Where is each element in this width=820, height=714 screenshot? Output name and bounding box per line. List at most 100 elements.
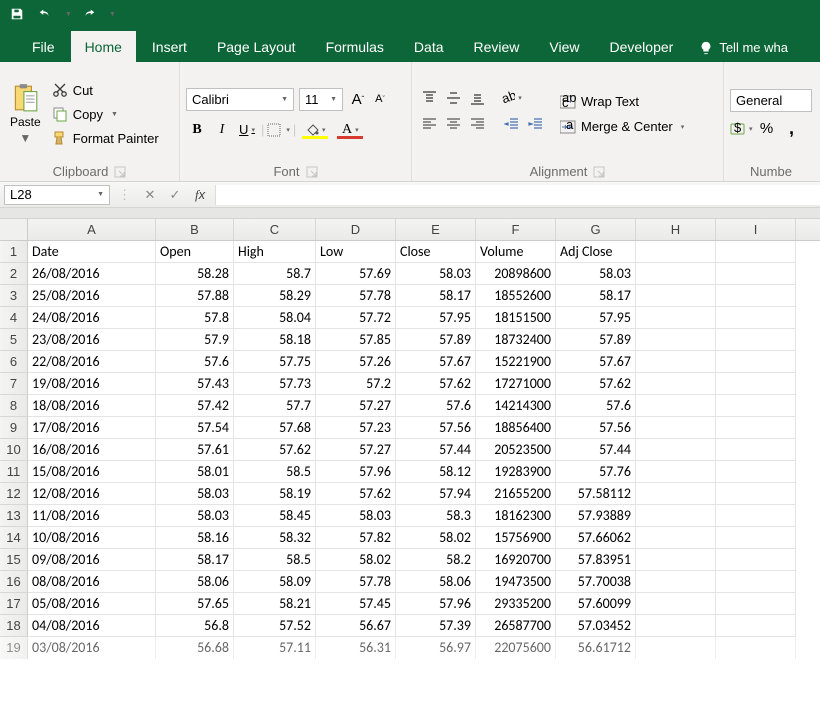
cell[interactable]: 57.76 (556, 461, 636, 483)
cell[interactable]: 56.97 (396, 637, 476, 659)
tab-file[interactable]: File (18, 31, 69, 62)
column-header[interactable]: H (636, 219, 716, 240)
cell[interactable]: 20523500 (476, 439, 556, 461)
cell[interactable]: 26587700 (476, 615, 556, 637)
cell[interactable] (636, 505, 716, 527)
cell[interactable]: 57.52 (234, 615, 316, 637)
column-header[interactable]: I (716, 219, 796, 240)
cell[interactable]: 56.68 (156, 637, 234, 659)
cell[interactable]: 29335200 (476, 593, 556, 615)
dialog-launcher-icon[interactable] (593, 166, 605, 178)
cell[interactable]: 56.67 (316, 615, 396, 637)
cell[interactable]: 14214300 (476, 395, 556, 417)
cell[interactable] (716, 571, 796, 593)
cell[interactable]: 57.45 (316, 593, 396, 615)
cell[interactable]: 58.06 (156, 571, 234, 593)
row-header[interactable]: 5 (0, 329, 28, 351)
cell[interactable]: 57.70038 (556, 571, 636, 593)
cell[interactable]: 58.02 (316, 549, 396, 571)
cell[interactable] (636, 417, 716, 439)
cell[interactable]: 57.75 (234, 351, 316, 373)
cell[interactable]: 58.7 (234, 263, 316, 285)
cell[interactable]: 19/08/2016 (28, 373, 156, 395)
cell[interactable]: Date (28, 241, 156, 263)
accounting-format-button[interactable]: $ ▾ (730, 118, 753, 140)
cell[interactable]: 09/08/2016 (28, 549, 156, 571)
cell[interactable]: 58.32 (234, 527, 316, 549)
align-middle-button[interactable] (442, 88, 464, 108)
cell[interactable]: 58.28 (156, 263, 234, 285)
cell[interactable] (636, 637, 716, 659)
cell[interactable]: 58.29 (234, 285, 316, 307)
cell[interactable]: 57.44 (556, 439, 636, 461)
cell[interactable]: 18/08/2016 (28, 395, 156, 417)
cell[interactable]: 58.04 (234, 307, 316, 329)
row-header[interactable]: 11 (0, 461, 28, 483)
customize-qat-icon[interactable]: ▼ (109, 11, 116, 18)
cell[interactable] (716, 593, 796, 615)
column-header[interactable]: F (476, 219, 556, 240)
tab-view[interactable]: View (535, 31, 593, 62)
cell[interactable]: 56.31 (316, 637, 396, 659)
cancel-formula-button[interactable]: ✕ (139, 185, 161, 205)
row-header[interactable]: 7 (0, 373, 28, 395)
cell[interactable]: 58.3 (396, 505, 476, 527)
row-header[interactable]: 3 (0, 285, 28, 307)
cell[interactable]: 58.03 (156, 483, 234, 505)
fill-color-button[interactable]: ▾ (299, 119, 331, 141)
comma-format-button[interactable]: , (781, 118, 803, 140)
cell[interactable]: 57.43 (156, 373, 234, 395)
cell[interactable] (716, 373, 796, 395)
cell[interactable] (716, 307, 796, 329)
font-name-combo[interactable]: Calibri ▼ (186, 88, 294, 111)
cell[interactable]: 57.56 (396, 417, 476, 439)
decrease-indent-button[interactable] (500, 114, 522, 134)
cell[interactable]: 11/08/2016 (28, 505, 156, 527)
cell[interactable]: 10/08/2016 (28, 527, 156, 549)
cell[interactable] (716, 351, 796, 373)
increase-indent-button[interactable] (524, 114, 546, 134)
cell[interactable]: 57.60099 (556, 593, 636, 615)
row-header[interactable]: 12 (0, 483, 28, 505)
formula-bar-input[interactable] (215, 185, 820, 205)
cell[interactable]: 57.62 (234, 439, 316, 461)
cell[interactable]: 58.5 (234, 549, 316, 571)
cell[interactable]: 58.45 (234, 505, 316, 527)
cell[interactable]: 15/08/2016 (28, 461, 156, 483)
cell[interactable]: 16920700 (476, 549, 556, 571)
cell[interactable]: 19473500 (476, 571, 556, 593)
cell[interactable] (716, 615, 796, 637)
cell[interactable]: 57.95 (556, 307, 636, 329)
cell[interactable]: 57.85 (316, 329, 396, 351)
cell[interactable] (716, 417, 796, 439)
cell[interactable]: 57.94 (396, 483, 476, 505)
tab-review[interactable]: Review (460, 31, 534, 62)
cell[interactable]: 57.6 (156, 351, 234, 373)
cell[interactable]: 58.21 (234, 593, 316, 615)
save-icon[interactable] (6, 3, 28, 25)
cell[interactable]: 57.89 (556, 329, 636, 351)
cell[interactable] (716, 461, 796, 483)
cell[interactable]: 57.6 (396, 395, 476, 417)
cell[interactable]: 57.89 (396, 329, 476, 351)
italic-button[interactable]: I (211, 119, 233, 141)
cell[interactable]: 57.56 (556, 417, 636, 439)
cell[interactable]: 25/08/2016 (28, 285, 156, 307)
row-header[interactable]: 13 (0, 505, 28, 527)
copy-button[interactable]: Copy ▼ (49, 104, 162, 124)
cell[interactable]: 18552600 (476, 285, 556, 307)
cell[interactable] (636, 263, 716, 285)
cell[interactable]: 57.73 (234, 373, 316, 395)
cell[interactable] (636, 439, 716, 461)
bold-button[interactable]: B (186, 119, 208, 141)
cell[interactable]: 57.61 (156, 439, 234, 461)
tab-home[interactable]: Home (71, 31, 136, 62)
cell[interactable] (636, 373, 716, 395)
cell[interactable]: 58.06 (396, 571, 476, 593)
cell[interactable] (716, 263, 796, 285)
cell[interactable]: 58.18 (234, 329, 316, 351)
cell[interactable]: 57.88 (156, 285, 234, 307)
tab-formulas[interactable]: Formulas (312, 31, 398, 62)
column-header[interactable]: B (156, 219, 234, 240)
cell[interactable]: 16/08/2016 (28, 439, 156, 461)
